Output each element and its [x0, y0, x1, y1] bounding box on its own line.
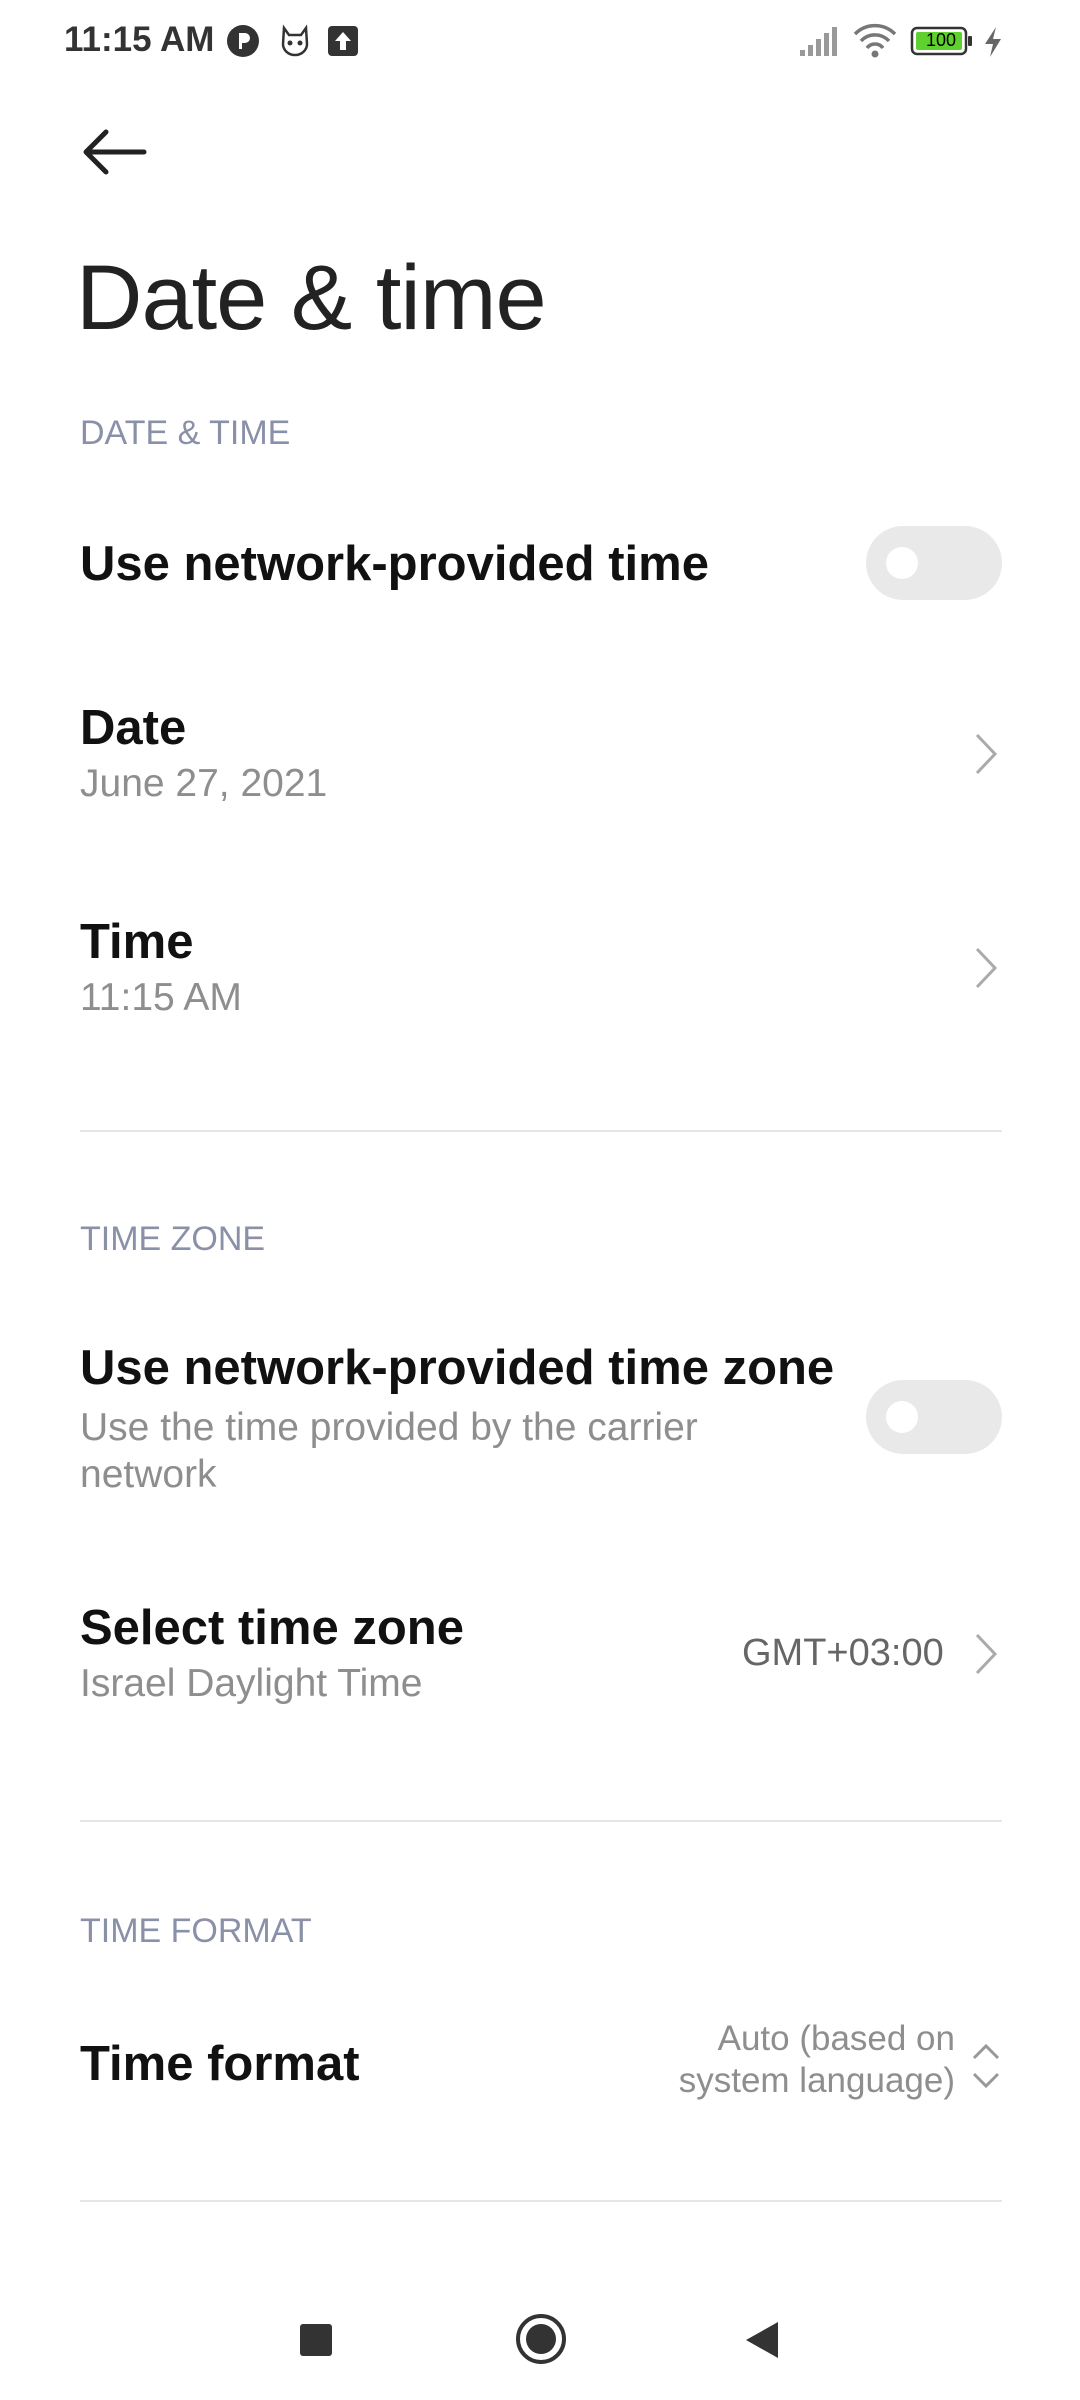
- battery-level: 100: [925, 30, 957, 50]
- cat-icon: [278, 24, 312, 63]
- network-time-toggle[interactable]: [866, 526, 1002, 600]
- chevron-right-icon: [975, 1633, 998, 1675]
- upload-icon: [326, 24, 360, 63]
- date-label: Date: [80, 701, 187, 755]
- section-header-time-format: TIME FORMAT: [80, 1912, 312, 1950]
- app-notification-icon: [226, 24, 260, 63]
- page-title: Date & time: [76, 247, 547, 349]
- chevron-right-icon: [975, 733, 998, 775]
- time-format-row[interactable]: Time format Auto (based on system langua…: [0, 2000, 1080, 2160]
- time-label: Time: [80, 915, 194, 969]
- wifi-icon: [852, 22, 898, 65]
- chevron-up-down-icon: [972, 2043, 1000, 2089]
- section-header-time-zone: TIME ZONE: [80, 1220, 266, 1258]
- time-format-label: Time format: [80, 2037, 360, 2091]
- date-value: June 27, 2021: [80, 762, 328, 805]
- back-arrow-icon: [83, 129, 147, 175]
- recents-button[interactable]: [298, 2322, 334, 2358]
- network-zone-row[interactable]: Use network-provided time zone Use the t…: [0, 1320, 1080, 1520]
- divider: [80, 1820, 1002, 1822]
- chevron-right-icon: [975, 947, 998, 989]
- select-time-zone-row[interactable]: Select time zone Israel Daylight Time GM…: [0, 1580, 1080, 1744]
- network-zone-description: Use the time provided by the carrier net…: [80, 1406, 698, 1496]
- charging-icon: [982, 26, 1004, 63]
- home-button[interactable]: [514, 2312, 568, 2366]
- network-zone-toggle[interactable]: [866, 1380, 1002, 1454]
- date-row[interactable]: Date June 27, 2021: [0, 680, 1080, 844]
- section-header-date-time: DATE & TIME: [80, 414, 291, 452]
- time-zone-offset: GMT+03:00: [742, 1632, 944, 1674]
- network-zone-label: Use network-provided time zone: [80, 1341, 835, 1395]
- navigation-bar: [0, 2280, 1080, 2400]
- network-time-row[interactable]: Use network-provided time: [0, 496, 1080, 636]
- status-bar: 11:15 AM 100: [0, 0, 1080, 84]
- time-row[interactable]: Time 11:15 AM: [0, 894, 1080, 1058]
- back-nav-button[interactable]: [744, 2320, 780, 2360]
- divider: [80, 1130, 1002, 1132]
- status-time: 11:15 AM: [64, 20, 215, 59]
- network-time-label: Use network-provided time: [80, 537, 709, 591]
- signal-icon: [798, 24, 840, 63]
- select-time-zone-label: Select time zone: [80, 1601, 464, 1655]
- time-value: 11:15 AM: [80, 976, 242, 1019]
- toggle-knob: [886, 1401, 918, 1433]
- time-format-value: Auto (based on system language): [678, 2019, 955, 2100]
- back-button[interactable]: [80, 116, 152, 188]
- divider: [80, 2200, 1002, 2202]
- toggle-knob: [886, 547, 918, 579]
- select-time-zone-value: Israel Daylight Time: [80, 1662, 423, 1705]
